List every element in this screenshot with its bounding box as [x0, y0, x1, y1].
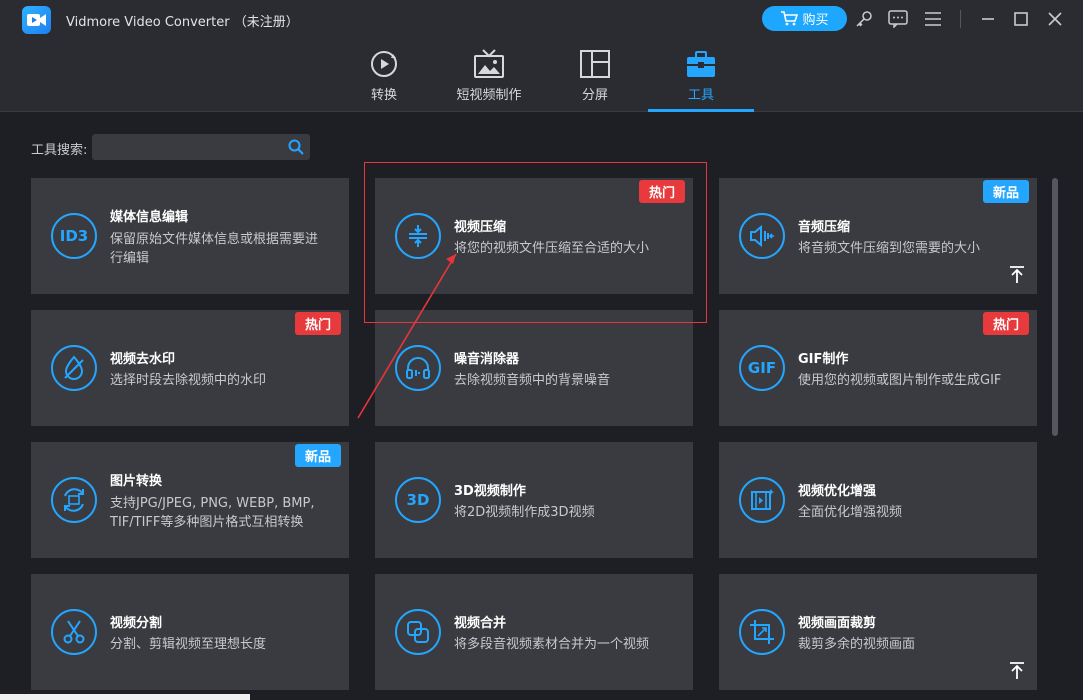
noise-remover-icon: [395, 345, 441, 391]
tool-card-video-merger[interactable]: 视频合并 将多段音视频素材合并为一个视频: [375, 574, 693, 690]
card-description: 分割、剪辑视频至理想长度: [110, 637, 267, 652]
tool-card-3d-maker[interactable]: 3D 3D视频制作 将2D视频制作成3D视频: [375, 442, 693, 558]
main-nav: 转换 短视频制作 分屏 工具: [0, 40, 1083, 112]
card-title: 视频合并: [454, 616, 507, 631]
card-description: 全面优化增强视频: [798, 505, 903, 520]
tool-card-audio-compressor[interactable]: 新品 音频压缩 将音频文件压缩到您需要的大小: [719, 178, 1037, 294]
tab-split-screen[interactable]: 分屏: [567, 40, 623, 112]
title-bar: Vidmore Video Converter （未注册） 购买: [0, 0, 1083, 40]
tool-card-noise-remover[interactable]: 噪音消除器 去除视频音频中的背景噪音: [375, 310, 693, 426]
merge-icon: [395, 609, 441, 655]
crop-icon: [739, 609, 785, 655]
menu-icon[interactable]: [922, 8, 944, 30]
card-title: 音频压缩: [798, 220, 851, 235]
card-title: 噪音消除器: [454, 352, 520, 367]
search-label: 工具搜索:: [31, 143, 88, 158]
card-description: 使用您的视频或图片制作或生成GIF: [798, 373, 1002, 388]
tab-mv[interactable]: 短视频制作: [448, 40, 530, 112]
search-input[interactable]: [92, 134, 282, 160]
tool-card-media-metadata[interactable]: ID3 媒体信息编辑 保留原始文件媒体信息或根据需要进行编辑: [31, 178, 349, 294]
hot-badge: 热门: [638, 180, 685, 203]
card-description: 将您的视频文件压缩至合适的大小: [454, 241, 650, 256]
card-title: 视频压缩: [454, 220, 507, 235]
card-description: 将多段音视频素材合并为一个视频: [454, 637, 650, 652]
card-title: 图片转换: [110, 474, 163, 489]
tool-card-image-converter[interactable]: 新品 图片转换 支持JPG/JPEG, PNG, WEBP, BMP, TIF/…: [31, 442, 349, 558]
taskbar-strip: [0, 694, 250, 700]
tool-card-video-enhancer[interactable]: 视频优化增强 全面优化增强视频: [719, 442, 1037, 558]
card-title: GIF制作: [798, 352, 849, 367]
tab-convert[interactable]: 转换: [356, 40, 412, 112]
3d-icon: 3D: [395, 477, 441, 523]
tab-toolbox[interactable]: 工具: [673, 40, 729, 112]
card-title: 3D视频制作: [454, 484, 526, 499]
hot-badge: 热门: [982, 312, 1029, 335]
card-description: 裁剪多余的视频画面: [798, 637, 916, 652]
tool-card-video-splitter[interactable]: 视频分割 分割、剪辑视频至理想长度: [31, 574, 349, 690]
search-box: [92, 134, 310, 160]
close-icon[interactable]: [1044, 8, 1066, 30]
card-description: 将音频文件压缩到您需要的大小: [798, 241, 981, 256]
compress-icon: [395, 213, 441, 259]
card-description: 选择时段去除视频中的水印: [110, 373, 267, 388]
tab-toolbox-label: 工具: [687, 88, 714, 103]
mv-icon: [473, 48, 505, 80]
card-title: 视频分割: [110, 616, 163, 631]
maximize-icon[interactable]: [1010, 8, 1032, 30]
tool-card-gif-maker[interactable]: 热门 GIF GIF制作 使用您的视频或图片制作或生成GIF: [719, 310, 1037, 426]
scissors-icon: [51, 609, 97, 655]
card-title: 视频画面裁剪: [798, 616, 877, 631]
active-tab-indicator: [648, 109, 754, 112]
card-title: 视频去水印: [110, 352, 176, 367]
audio-compress-icon: [739, 213, 785, 259]
card-description: 保留原始文件媒体信息或根据需要进行编辑: [110, 232, 319, 266]
hot-badge: 热门: [294, 312, 341, 335]
card-description: 支持JPG/JPEG, PNG, WEBP, BMP, TIF/TIFF等多种图…: [110, 496, 315, 530]
buy-label: 购买: [802, 13, 829, 28]
scroll-top-icon[interactable]: [1009, 662, 1025, 680]
toolbox-icon: [686, 48, 716, 80]
gif-icon: GIF: [739, 345, 785, 391]
card-title: 媒体信息编辑: [110, 210, 189, 225]
split-screen-icon: [580, 48, 610, 80]
card-description: 去除视频音频中的背景噪音: [454, 373, 611, 388]
buy-button[interactable]: 购买: [762, 6, 847, 31]
enhance-icon: [739, 477, 785, 523]
title-divider: [960, 10, 961, 28]
scroll-top-icon[interactable]: [1009, 266, 1025, 284]
image-convert-icon: [51, 477, 97, 523]
feedback-icon[interactable]: [887, 8, 909, 30]
tab-mv-label: 短视频制作: [456, 88, 522, 103]
minimize-icon[interactable]: [977, 8, 999, 30]
key-icon[interactable]: [853, 8, 875, 30]
cart-icon: [781, 10, 799, 25]
tab-split-screen-label: 分屏: [581, 88, 608, 103]
card-description: 将2D视频制作成3D视频: [454, 505, 595, 520]
new-badge: 新品: [982, 180, 1029, 203]
convert-icon: [369, 48, 399, 80]
tab-convert-label: 转换: [370, 88, 397, 103]
search-icon[interactable]: [288, 139, 304, 155]
window-title: Vidmore Video Converter （未注册）: [66, 15, 299, 30]
tool-card-video-cropper[interactable]: 视频画面裁剪 裁剪多余的视频画面: [719, 574, 1037, 690]
id3-icon: ID3: [51, 213, 97, 259]
scrollbar[interactable]: [1052, 178, 1058, 436]
new-badge: 新品: [294, 444, 341, 467]
watermark-icon: [51, 345, 97, 391]
tool-card-video-compressor[interactable]: 热门 视频压缩 将您的视频文件压缩至合适的大小: [375, 178, 693, 294]
tool-card-watermark-remover[interactable]: 热门 视频去水印 选择时段去除视频中的水印: [31, 310, 349, 426]
card-title: 视频优化增强: [798, 484, 877, 499]
app-logo-icon: [22, 6, 51, 34]
